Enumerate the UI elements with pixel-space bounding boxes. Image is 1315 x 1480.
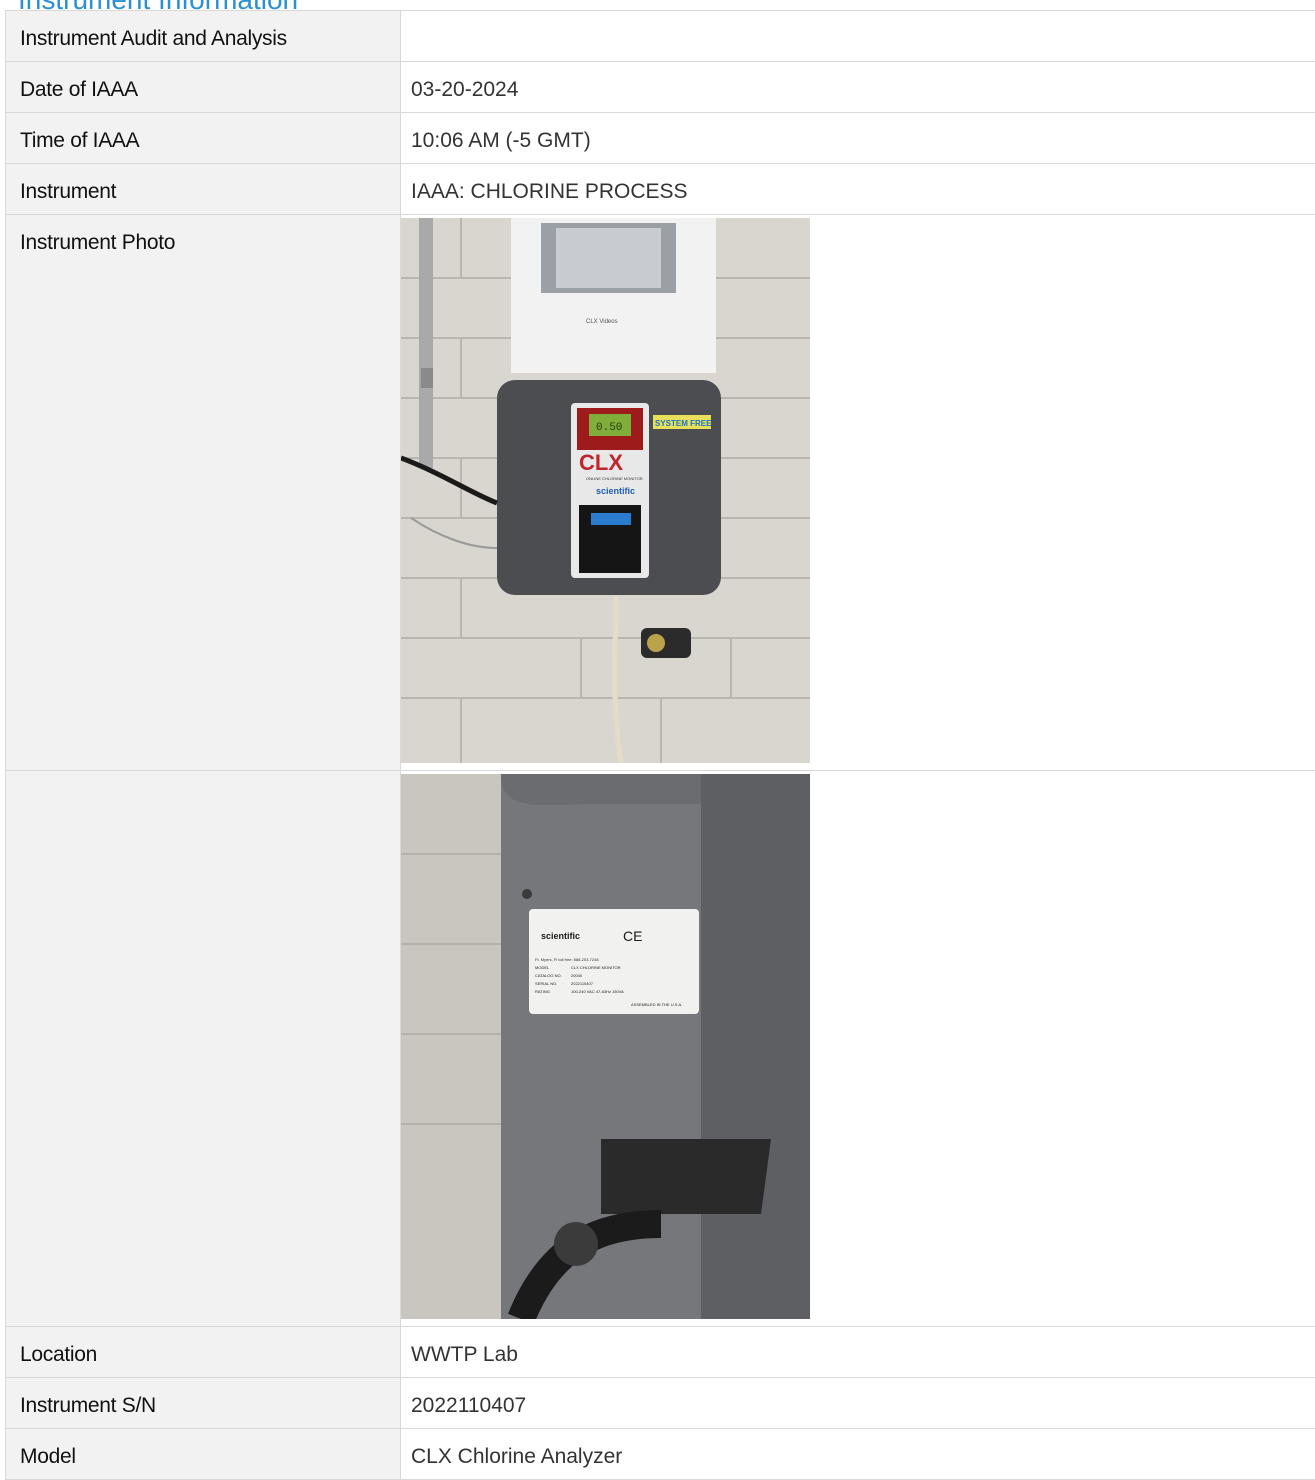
table-row: Instrument S/N 2022110407 (6, 1378, 1315, 1429)
row-value-cell: WWTP Lab (401, 1327, 1315, 1378)
row-value-cell (401, 11, 1315, 62)
instrument-info-table: Instrument Audit and Analysis Date of IA… (5, 10, 1315, 1480)
doc-title-text: CLX Videos (586, 319, 618, 325)
row-label-cell: Instrument Photo (6, 215, 401, 771)
model-label: Model (6, 1429, 400, 1469)
brand-text: scientific (596, 486, 635, 496)
table-row: Instrument Photo (6, 215, 1315, 771)
row-label-cell: Model (6, 1429, 401, 1480)
location-value: WWTP Lab (401, 1327, 1315, 1367)
label-serial-value: 2022110407 (571, 981, 594, 986)
row-label-cell: Instrument (6, 164, 401, 215)
instrument-photo-image: CLX Videos 0.50 CLX ONLINE CHLORINE MONI… (401, 218, 810, 763)
row-label-cell: Time of IAAA (6, 113, 401, 164)
clx-logo-text: CLX (579, 450, 623, 475)
row-label-cell: Instrument Audit and Analysis (6, 11, 401, 62)
row-value-cell: IAAA: CHLORINE PROCESS (401, 164, 1315, 215)
label-phone-text: Ft. Myers, Fl toll free: 888-203-7248 (535, 957, 599, 962)
audit-label: Instrument Audit and Analysis (6, 11, 400, 51)
row-label-cell: Date of IAAA (6, 62, 401, 113)
row-value-cell: CLX Chlorine Analyzer (401, 1429, 1315, 1480)
photo-label: Instrument Photo (6, 215, 400, 255)
date-label: Date of IAAA (6, 62, 400, 102)
label-rating-value: 100-240 VAC 47-63Hz 150VA (571, 989, 624, 994)
row-value-cell: 2022110407 (401, 1378, 1315, 1429)
table-row: Date of IAAA 03-20-2024 (6, 62, 1315, 113)
table-row: scientific CE Ft. Myers, Fl toll free: 8… (6, 771, 1315, 1327)
label-serial-key: SERIAL NO. (535, 981, 557, 986)
serial-value: 2022110407 (401, 1378, 1315, 1418)
photo-cell: scientific CE Ft. Myers, Fl toll free: 8… (401, 771, 1315, 1327)
audit-value (401, 11, 1315, 27)
table-row: Instrument Audit and Analysis (6, 11, 1315, 62)
row-label-cell: Instrument S/N (6, 1378, 401, 1429)
table-row: Location WWTP Lab (6, 1327, 1315, 1378)
row-value-cell: 10:06 AM (-5 GMT) (401, 113, 1315, 164)
monitor-text: ONLINE CHLORINE MONITOR (586, 476, 643, 481)
instrument-photo-1[interactable]: CLX Videos 0.50 CLX ONLINE CHLORINE MONI… (401, 218, 1315, 763)
label-rating-key: RATING (535, 989, 550, 994)
photo-cell: CLX Videos 0.50 CLX ONLINE CHLORINE MONI… (401, 215, 1315, 771)
system-tag-text: SYSTEM FREE (655, 419, 712, 428)
display-reading: 0.50 (596, 422, 622, 434)
location-label: Location (6, 1327, 400, 1367)
ce-mark-text: CE (623, 928, 642, 944)
instrument-value: IAAA: CHLORINE PROCESS (401, 164, 1315, 204)
row-label-cell: Location (6, 1327, 401, 1378)
time-label: Time of IAAA (6, 113, 400, 153)
instrument-label: Instrument (6, 164, 400, 204)
time-value: 10:06 AM (-5 GMT) (401, 113, 1315, 153)
row-label-cell (6, 771, 401, 1327)
label-catalog-value: 20040 (571, 973, 583, 978)
table-row: Time of IAAA 10:06 AM (-5 GMT) (6, 113, 1315, 164)
date-value: 03-20-2024 (401, 62, 1315, 102)
label-model-value: CLX CHLORINE MONITOR (571, 965, 621, 970)
label-model-key: MODEL (535, 965, 550, 970)
row-value-cell: 03-20-2024 (401, 62, 1315, 113)
photo-label-2 (6, 771, 400, 787)
serial-label: Instrument S/N (6, 1378, 400, 1418)
model-value: CLX Chlorine Analyzer (401, 1429, 1315, 1469)
instrument-photo-2[interactable]: scientific CE Ft. Myers, Fl toll free: 8… (401, 774, 1315, 1319)
label-catalog-key: CATALOG NO. (535, 973, 562, 978)
table-row: Model CLX Chlorine Analyzer (6, 1429, 1315, 1480)
label-photo-image: scientific CE Ft. Myers, Fl toll free: 8… (401, 774, 810, 1319)
label-brand-text: scientific (541, 931, 580, 941)
table-row: Instrument IAAA: CHLORINE PROCESS (6, 164, 1315, 215)
label-assembled-text: ASSEMBLED IN THE U.S.A. (631, 1002, 682, 1007)
